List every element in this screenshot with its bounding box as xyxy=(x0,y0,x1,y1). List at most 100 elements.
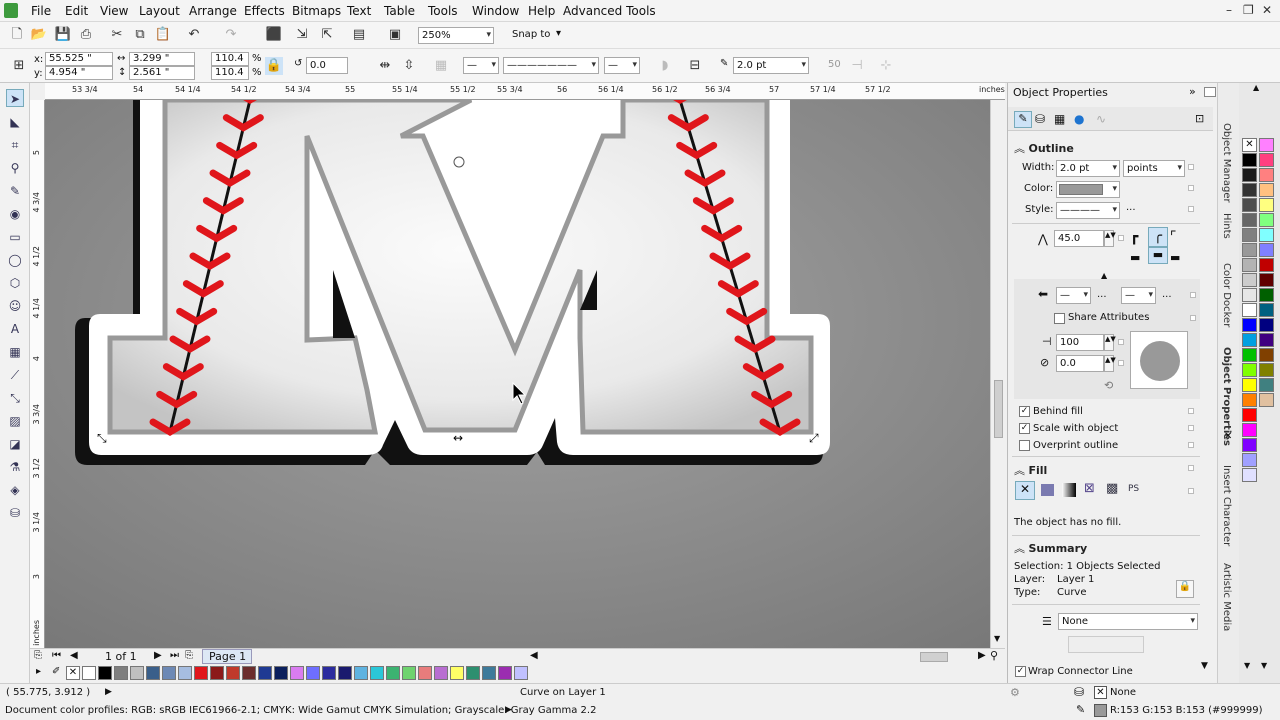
wrap-connector-checkbox[interactable]: ✓ xyxy=(1015,666,1026,677)
add-page-icon[interactable]: ⎘ xyxy=(34,650,42,661)
overprint-outline-checkbox[interactable] xyxy=(1019,440,1030,451)
palette-color-swatch[interactable] xyxy=(1259,318,1274,332)
round-cap-icon[interactable]: ▬ xyxy=(1148,247,1168,264)
profiles-expand-icon[interactable]: ▶ xyxy=(505,705,512,715)
palette-color-swatch[interactable] xyxy=(1259,273,1274,287)
new-icon[interactable]: 🗋 xyxy=(8,26,26,44)
palette-color-swatch[interactable] xyxy=(1259,198,1274,212)
paste-icon[interactable]: 📋 xyxy=(154,26,172,44)
restore-icon[interactable]: ❐ xyxy=(1243,3,1254,17)
docker-minimize-icon[interactable] xyxy=(1204,87,1216,97)
vertical-scrollbar[interactable]: ▼ xyxy=(990,100,1005,648)
fountain-fill-icon[interactable] xyxy=(1062,483,1076,497)
palette-color-swatch[interactable] xyxy=(1242,273,1257,287)
eyedropper-icon[interactable]: ✐ xyxy=(52,666,60,677)
palette-color-swatch[interactable] xyxy=(1259,183,1274,197)
miter-limit-field[interactable]: 45.0 xyxy=(1054,230,1104,247)
document-color-swatch[interactable] xyxy=(82,666,96,680)
palette-color-swatch[interactable] xyxy=(1259,288,1274,302)
tab-artistic-media[interactable]: Artistic Media xyxy=(1221,563,1232,631)
postscript-fill-icon[interactable]: PS xyxy=(1128,484,1139,494)
palette-color-swatch[interactable] xyxy=(1242,243,1257,257)
palette-color-swatch[interactable] xyxy=(1242,213,1257,227)
smoothing-slider-icon[interactable]: ⊣ xyxy=(848,57,866,75)
palette-color-swatch[interactable] xyxy=(1242,393,1257,407)
stretch-field[interactable]: 100 xyxy=(1056,334,1104,351)
snap-to-dropdown-icon[interactable]: ▾ xyxy=(556,28,561,39)
transparency-tab-icon[interactable]: ▦ xyxy=(1054,112,1065,126)
palette-color-swatch[interactable] xyxy=(1242,378,1257,392)
save-icon[interactable]: 💾 xyxy=(54,26,72,44)
menu-text[interactable]: Text xyxy=(347,4,371,18)
menu-help[interactable]: Help xyxy=(528,4,555,18)
palette-color-swatch[interactable] xyxy=(1259,213,1274,227)
document-color-swatch[interactable] xyxy=(242,666,256,680)
document-color-swatch[interactable] xyxy=(418,666,432,680)
document-color-swatch[interactable] xyxy=(450,666,464,680)
palette-color-swatch[interactable] xyxy=(1242,333,1257,347)
rectangle-tool-icon[interactable]: ▭ xyxy=(6,228,24,246)
ellipse-tool-icon[interactable]: ◯ xyxy=(6,251,24,269)
document-color-swatch[interactable] xyxy=(98,666,112,680)
drawing-canvas[interactable]: ⤡ ↔ ⤢ xyxy=(45,100,990,648)
last-page-icon[interactable]: ⏭ xyxy=(170,650,179,661)
reduce-nodes-icon[interactable]: ⊹ xyxy=(877,57,895,75)
navigator-zoom-icon[interactable]: ⚲ xyxy=(990,649,998,662)
palette-color-swatch[interactable] xyxy=(1242,183,1257,197)
smart-fill-tool-icon[interactable]: ◉ xyxy=(6,205,24,223)
wrap-text-icon[interactable]: ⊟ xyxy=(686,57,704,75)
menu-bitmaps[interactable]: Bitmaps xyxy=(292,4,341,18)
menu-edit[interactable]: Edit xyxy=(65,4,88,18)
wrap-mode-select[interactable]: None xyxy=(1058,613,1198,630)
palette-color-swatch[interactable] xyxy=(1259,303,1274,317)
share-attributes-checkbox[interactable] xyxy=(1054,313,1065,324)
cut-icon[interactable]: ✂ xyxy=(108,26,126,44)
document-color-swatch[interactable] xyxy=(210,666,224,680)
crop-tool-icon[interactable]: ⌗ xyxy=(6,136,24,154)
docker-scroll-down-icon[interactable]: ▼ xyxy=(1201,661,1208,671)
end-arrow-select[interactable]: — xyxy=(1121,287,1156,304)
first-page-icon[interactable]: ⏮ xyxy=(52,650,61,661)
square-cap-icon[interactable]: ▬ xyxy=(1170,251,1180,264)
tab-object-manager[interactable]: Object Manager xyxy=(1221,123,1232,203)
outline-width-select[interactable]: 2.0 pt xyxy=(733,57,809,74)
outline-color-picker[interactable] xyxy=(1056,181,1120,198)
document-color-swatch[interactable] xyxy=(498,666,512,680)
freehand-tool-icon[interactable]: ✎ xyxy=(6,182,24,200)
start-arrowhead-select[interactable]: — xyxy=(463,57,499,74)
palette-color-swatch[interactable] xyxy=(1242,258,1257,272)
welcome-screen-icon[interactable]: ▣ xyxy=(386,26,404,44)
palette-color-swatch[interactable] xyxy=(1242,363,1257,377)
palette-color-swatch[interactable] xyxy=(1242,168,1257,182)
connector-tool-icon[interactable]: ⤡ xyxy=(6,389,24,407)
menu-file[interactable]: File xyxy=(31,4,51,18)
document-color-swatch[interactable] xyxy=(194,666,208,680)
document-color-swatch[interactable] xyxy=(338,666,352,680)
palette-color-swatch[interactable] xyxy=(1242,198,1257,212)
x-position-field[interactable]: 55.525 " xyxy=(45,52,113,66)
vertical-ruler[interactable]: 5 4 3/4 4 1/2 4 1/4 4 3 3/4 3 1/2 3 1/4 … xyxy=(30,100,45,648)
palette-color-swatch[interactable] xyxy=(1242,228,1257,242)
app-launcher-icon[interactable]: ▤ xyxy=(350,26,368,44)
document-color-swatch[interactable] xyxy=(466,666,480,680)
pattern-fill-icon[interactable]: ⊠ xyxy=(1084,481,1095,496)
undo-icon[interactable]: ↶ xyxy=(185,26,203,44)
round-join-icon[interactable]: ╭ xyxy=(1148,227,1168,247)
document-color-swatch[interactable] xyxy=(290,666,304,680)
close-docker-icon[interactable]: ✕ xyxy=(1224,431,1232,442)
menu-tools[interactable]: Tools xyxy=(428,4,458,18)
document-color-swatch[interactable] xyxy=(482,666,496,680)
miter-spinner-icon[interactable]: ▲▼ xyxy=(1104,230,1116,247)
copy-icon[interactable]: ⧉ xyxy=(131,26,149,44)
dimension-tool-icon[interactable]: ⟋ xyxy=(6,366,24,384)
outline-pen-settings-button[interactable]: ... xyxy=(1126,202,1136,213)
object-origin-icon[interactable]: ⊞ xyxy=(10,57,28,75)
shape-tool-icon[interactable]: ◣ xyxy=(6,113,24,131)
palette-color-swatch[interactable] xyxy=(1242,288,1257,302)
summary-section-header[interactable]: ︽ Summary xyxy=(1014,540,1204,556)
uniform-fill-icon[interactable] xyxy=(1041,484,1054,496)
palette-color-swatch[interactable] xyxy=(1259,153,1274,167)
zoom-tool-icon[interactable]: ⚲ xyxy=(6,159,24,177)
palette-color-swatch[interactable] xyxy=(1242,408,1257,422)
document-color-swatch[interactable] xyxy=(370,666,384,680)
